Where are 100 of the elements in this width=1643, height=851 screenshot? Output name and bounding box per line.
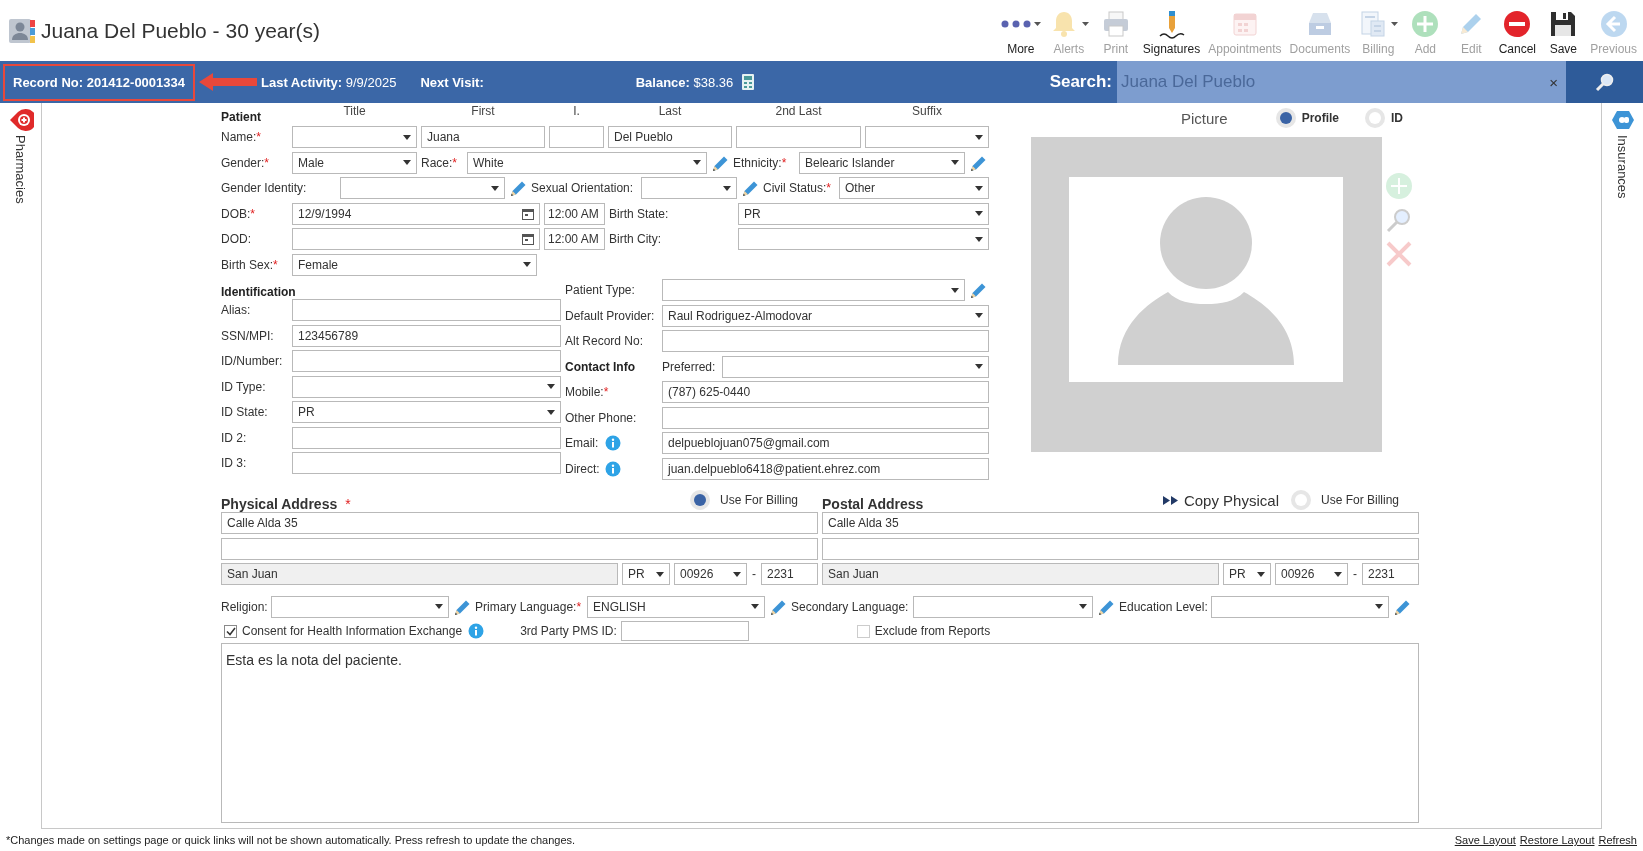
dropdown[interactable] [1211, 595, 1389, 618]
text-field[interactable] [292, 299, 561, 321]
radio-button[interactable] [1275, 108, 1296, 128]
footer-link[interactable]: Save Layout [1454, 834, 1516, 846]
text-field[interactable]: (787) 625-0440 [662, 381, 989, 403]
double-arrow-icon [1162, 495, 1179, 505]
dropdown[interactable]: PR [622, 563, 670, 585]
cross-icon[interactable] [1385, 240, 1413, 268]
plus-icon[interactable] [1385, 172, 1413, 200]
checkbox[interactable] [856, 624, 870, 638]
notes-field[interactable]: Esta es la nota del paciente. [221, 643, 1419, 823]
time-field[interactable]: 12:00 AM [544, 228, 605, 250]
text-field[interactable]: Juana [421, 126, 545, 148]
field-label: Direct: [565, 461, 601, 476]
pencil-icon[interactable] [509, 179, 527, 197]
dropdown[interactable] [641, 177, 737, 199]
calculator-icon[interactable] [741, 73, 756, 91]
footer-note: *Changes made on settings page or quick links will not be shown automatically. Press refresh to update the changes. [6, 834, 576, 846]
pencil-icon[interactable] [969, 281, 987, 299]
radio-button[interactable] [689, 490, 710, 510]
dropdown[interactable] [722, 355, 989, 378]
dots-icon [1000, 20, 1031, 28]
text-field[interactable] [292, 452, 561, 474]
dropdown[interactable]: Belearic Islander [799, 151, 965, 174]
text-field[interactable]: juan.delpueblo6418@patient.ehrez.com [662, 457, 989, 480]
picture-title: Picture [1181, 109, 1228, 127]
dropdown[interactable]: Male [292, 151, 417, 174]
field-label: 3rd Party PMS ID: [520, 624, 617, 638]
info-icon[interactable] [605, 435, 621, 451]
copy-link[interactable]: Copy Physical [1162, 491, 1279, 509]
pencil-icon[interactable] [741, 179, 759, 197]
text-field[interactable]: 2231 [1362, 563, 1419, 585]
text-field[interactable]: delpueblojuan075@gmail.com [662, 432, 989, 454]
side-tab[interactable]: Insurances [1615, 135, 1630, 199]
dropdown[interactable]: PR [1223, 563, 1271, 585]
text-field[interactable] [292, 426, 561, 449]
dropdown[interactable] [292, 375, 561, 398]
clear-button[interactable]: × [1549, 73, 1558, 91]
text-field[interactable] [822, 537, 1419, 560]
field-label: ID Type: [221, 379, 267, 394]
caret-icon [547, 409, 555, 415]
dropdown[interactable] [662, 279, 965, 301]
calendar-icon[interactable] [522, 207, 534, 220]
text-field[interactable] [292, 350, 561, 372]
more-button[interactable]: More [996, 0, 1045, 61]
text-field[interactable]: San Juan [221, 563, 618, 585]
side-tab[interactable]: Pharmacies [13, 135, 28, 204]
save-button[interactable]: Save [1540, 0, 1587, 61]
cancel-button[interactable]: Cancel [1494, 0, 1541, 61]
dropdown[interactable] [292, 126, 417, 148]
dropdown[interactable]: PR [738, 202, 989, 225]
text-field[interactable]: 123456789 [292, 324, 561, 347]
search-button[interactable] [1566, 61, 1643, 103]
caret-icon [733, 571, 741, 577]
text-field[interactable]: Del Pueblo [608, 126, 732, 148]
text-field[interactable]: San Juan [822, 563, 1219, 585]
text-field[interactable]: Calle Alda 35 [221, 512, 818, 534]
checkbox[interactable] [224, 624, 237, 638]
radio-label: ID [1391, 111, 1404, 125]
dropdown[interactable]: 00926 [1275, 563, 1348, 585]
dropdown[interactable]: Other [839, 177, 989, 199]
dropdown[interactable]: PR [292, 401, 561, 423]
plus-icon [1410, 9, 1441, 39]
calendar-icon[interactable] [522, 233, 534, 245]
dropdown[interactable] [340, 177, 505, 199]
signatures-button[interactable]: Signatures [1138, 0, 1205, 61]
column-heading: I. [572, 104, 581, 118]
dropdown[interactable] [738, 228, 989, 250]
text-field[interactable] [662, 406, 989, 429]
dropdown[interactable]: ENGLISH [587, 595, 765, 618]
dropdown[interactable] [271, 595, 449, 618]
text-field[interactable]: 2231 [761, 563, 818, 585]
text-field[interactable] [662, 330, 989, 352]
dropdown[interactable] [865, 126, 989, 148]
caret-icon [723, 185, 731, 191]
dropdown[interactable]: Raul Rodriguez-Almodovar [662, 304, 989, 327]
dropdown[interactable]: White [467, 151, 707, 174]
date-field[interactable]: 12/9/1994 [292, 202, 540, 225]
info-icon[interactable] [468, 623, 485, 639]
field-label: Other Phone: [565, 410, 638, 425]
dropdown[interactable] [913, 595, 1093, 618]
radio-button[interactable] [1290, 490, 1311, 510]
footer-link[interactable]: Restore Layout [1519, 834, 1595, 846]
text-field[interactable] [620, 621, 749, 641]
date-field[interactable] [292, 228, 540, 250]
text-field[interactable] [221, 537, 818, 560]
dropdown[interactable]: Female [292, 253, 537, 276]
text-field[interactable] [736, 126, 861, 148]
info-icon[interactable] [605, 460, 621, 477]
time-field[interactable]: 12:00 AM [544, 202, 605, 225]
text-field[interactable]: Calle Alda 35 [822, 512, 1419, 534]
magnifier-icon[interactable] [1385, 206, 1413, 234]
radio-label: Use For Billing [1320, 493, 1399, 507]
tag-icon[interactable] [1609, 109, 1636, 131]
field-label: Email: [565, 436, 600, 450]
footer-link[interactable]: Refresh [1598, 834, 1637, 846]
text-field[interactable] [549, 126, 604, 148]
dropdown[interactable]: 00926 [674, 563, 747, 585]
caret-icon [523, 262, 531, 267]
radio-button[interactable] [1365, 108, 1386, 128]
